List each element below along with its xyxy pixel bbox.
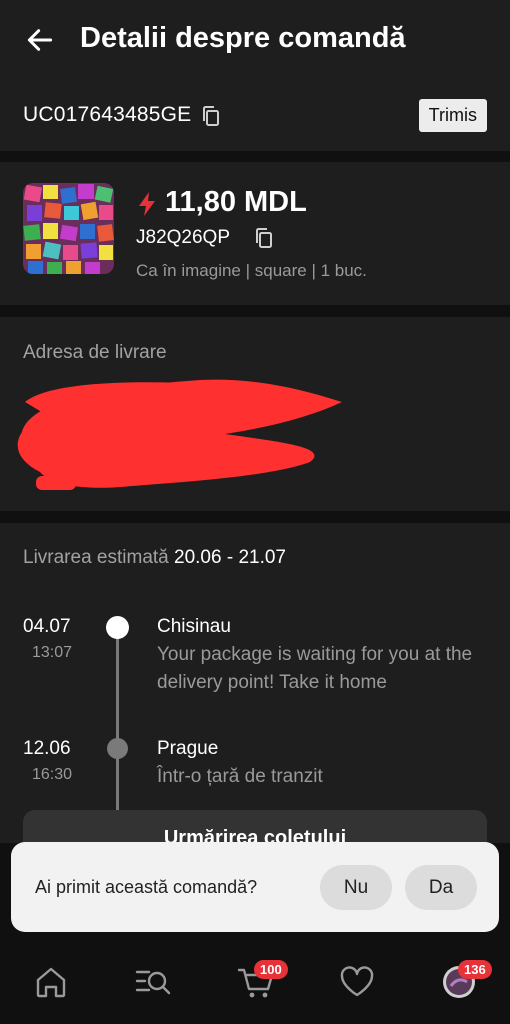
- event-date: 12.06: [23, 738, 71, 759]
- event-location: Chisinau: [157, 616, 231, 637]
- no-button[interactable]: Nu: [320, 865, 392, 910]
- estimated-delivery-label: Livrarea estimată: [23, 547, 169, 568]
- app-header: Detalii despre comandă: [0, 0, 510, 82]
- product-price: 11,80 MDL: [165, 186, 307, 218]
- address-section: Adresa de livrare: [0, 317, 510, 511]
- timeline-dot-current: [106, 616, 129, 639]
- profile-badge: 136: [458, 960, 492, 979]
- product-thumbnail[interactable]: [23, 183, 114, 274]
- search-categories-icon[interactable]: [131, 960, 175, 1004]
- back-arrow-icon[interactable]: [24, 24, 56, 56]
- event-date: 04.07: [23, 616, 71, 637]
- estimated-delivery-value: 20.06 - 21.07: [174, 547, 286, 568]
- address-label: Adresa de livrare: [23, 342, 167, 363]
- delivery-section: Livrarea estimată 20.06 - 21.07 04.07 13…: [0, 523, 510, 870]
- bottom-navigation: 100 136: [0, 942, 510, 1024]
- page-title: Detalii despre comandă: [80, 22, 406, 54]
- lightning-icon: [139, 192, 155, 216]
- cart-badge: 100: [254, 960, 288, 979]
- event-description: Your package is waiting for you at the d…: [157, 644, 473, 693]
- product-variant: Ca în imagine | square | 1 buc.: [136, 261, 367, 280]
- received-order-dialog: Ai primit această comandă? Nu Da: [11, 842, 499, 932]
- timeline-line: [116, 627, 119, 827]
- event-time: 13:07: [32, 644, 73, 661]
- tracking-number: UC017643485GE: [23, 103, 192, 126]
- redaction-scribble: [17, 379, 342, 490]
- heart-icon[interactable]: [335, 960, 379, 1004]
- event-location: Prague: [157, 738, 219, 759]
- dialog-question: Ai primit această comandă?: [35, 877, 258, 897]
- product-sku: J82Q26QP: [136, 227, 230, 248]
- copy-tracking-icon[interactable]: [199, 104, 223, 128]
- estimated-delivery: Livrarea estimată 20.06 - 21.07: [23, 547, 286, 569]
- yes-button[interactable]: Da: [405, 865, 477, 910]
- home-icon[interactable]: [29, 960, 73, 1004]
- tracking-section: UC017643485GE Trimis: [0, 82, 510, 151]
- product-section: 11,80 MDL J82Q26QP Ca în imagine | squar…: [0, 162, 510, 305]
- status-badge: Trimis: [418, 99, 487, 132]
- event-description: Într-o țară de tranzit: [157, 766, 323, 787]
- copy-sku-icon[interactable]: [252, 226, 276, 250]
- event-time: 16:30: [32, 766, 73, 783]
- timeline-dot: [107, 738, 128, 759]
